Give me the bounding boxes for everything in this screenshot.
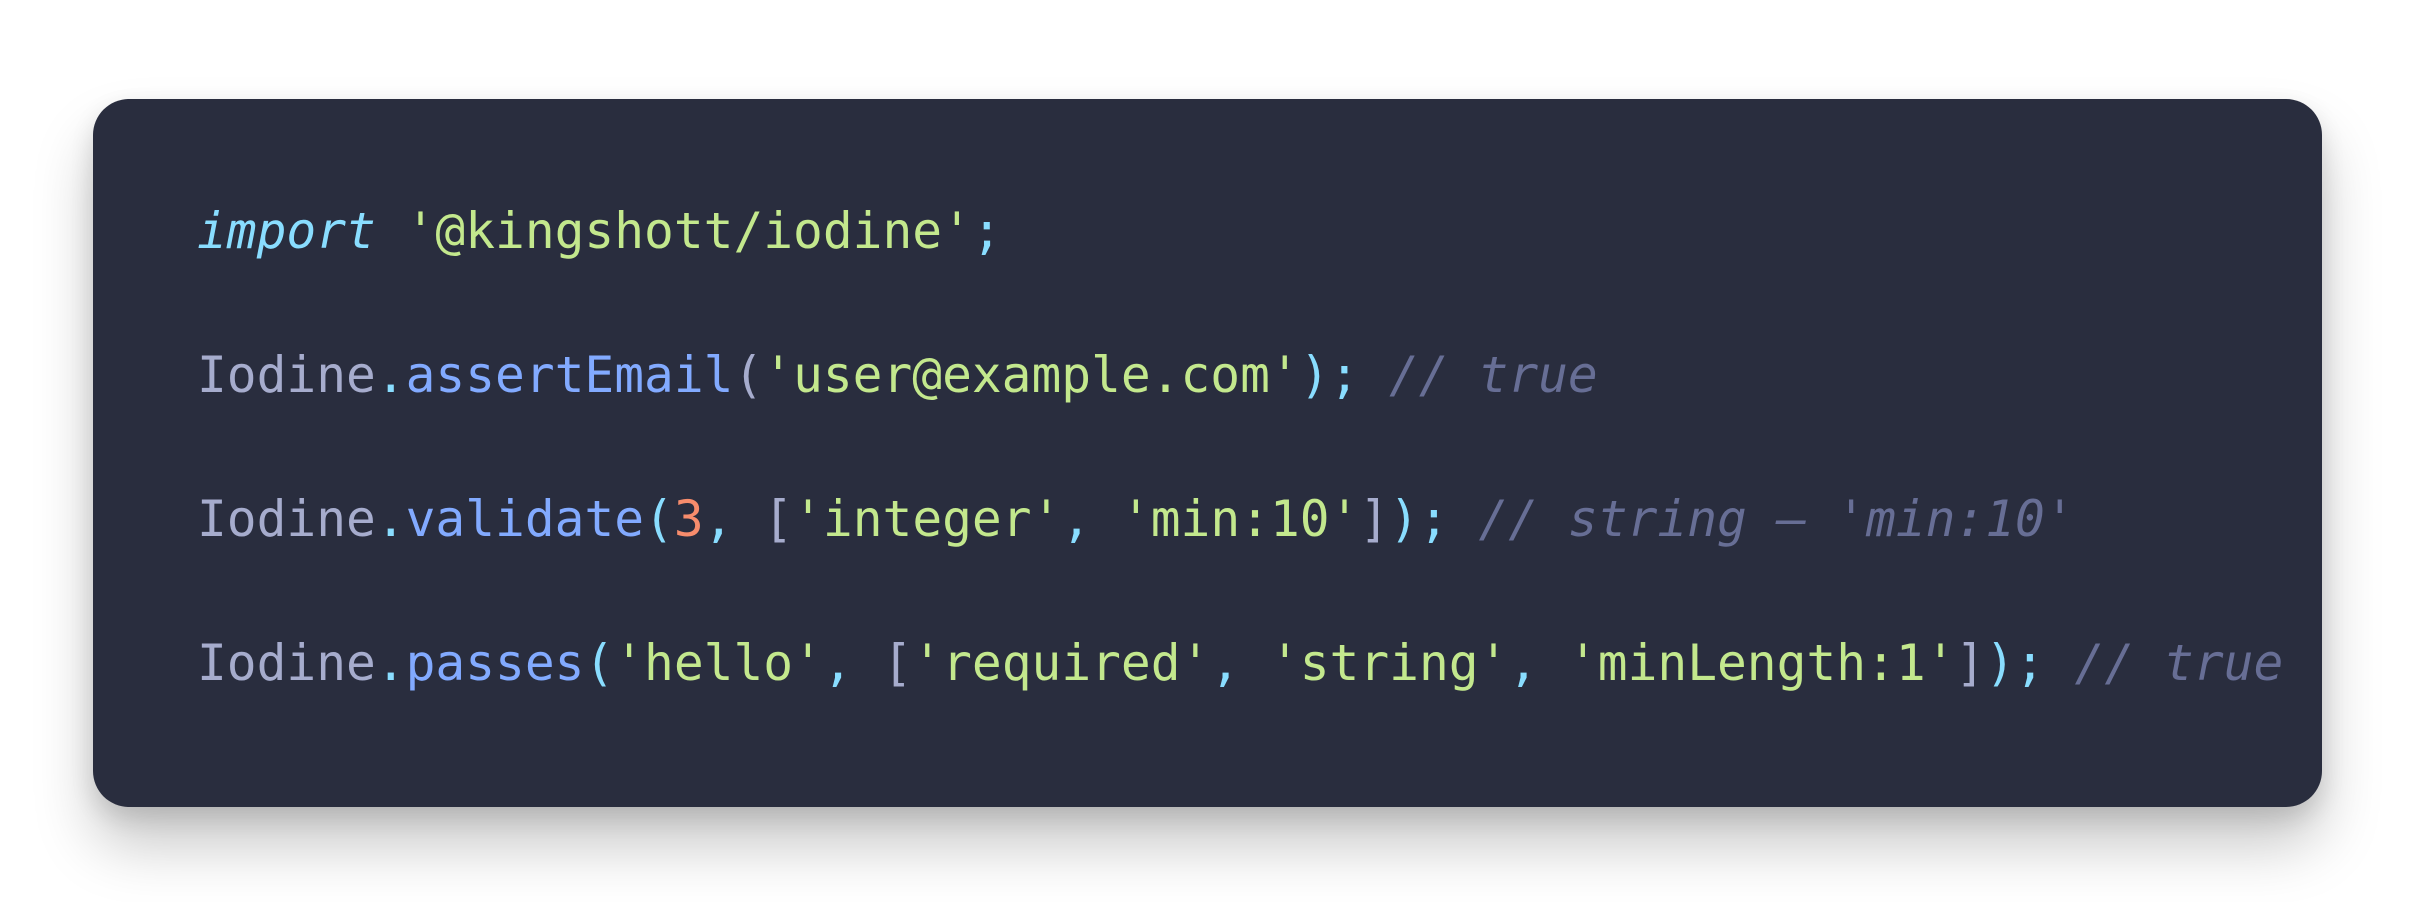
open-paren: ( [733,346,764,404]
object-identifier: Iodine [197,346,376,404]
dot-operator: . [375,634,406,692]
number-argument: 3 [673,490,704,548]
close-paren-semicolon: ); [1299,346,1360,404]
open-bracket: [ [882,634,913,692]
close-paren-semicolon: ); [1985,634,2045,692]
rule-string: 'min:10' [1120,490,1360,548]
rule-string: 'integer' [793,490,1062,548]
comma: , [1508,634,1539,692]
code-line-assert-email: Iodine.assertEmail('user@example.com'); … [197,339,2283,411]
code-line-passes: Iodine.passes('hello', ['required', 'str… [197,627,2283,699]
method-name: validate [405,490,645,548]
method-name: passes [405,634,585,692]
code-line-validate: Iodine.validate(3, ['integer', 'min:10']… [197,483,2283,555]
comma: , [822,634,853,692]
object-identifier: Iodine [197,634,376,692]
import-keyword: import [197,202,376,260]
dot-operator: . [375,490,406,548]
comma: , [1210,634,1241,692]
open-paren: ( [644,490,674,548]
string-argument: 'user@example.com' [763,346,1300,404]
string-argument: 'hello' [614,634,823,692]
module-string: '@kingshott/iodine' [405,202,972,260]
close-paren-semicolon: ); [1389,490,1449,548]
code-card: import '@kingshott/iodine'; Iodine.assert… [93,99,2322,807]
open-bracket: [ [763,490,794,548]
semicolon: ; [971,202,1002,260]
comma: , [1061,490,1092,548]
code-block: import '@kingshott/iodine'; Iodine.assert… [197,195,2283,699]
object-identifier: Iodine [197,490,376,548]
rule-string: 'minLength:1' [1568,634,1956,692]
code-line-import: import '@kingshott/iodine'; [197,195,2283,267]
code-comment: // string – 'min:10' [1478,490,2075,548]
open-paren: ( [584,634,615,692]
close-bracket: ] [1359,490,1390,548]
close-bracket: ] [1955,634,1986,692]
comma: , [703,490,734,548]
code-comment: // true [2074,634,2284,692]
rule-string: 'required' [912,634,1211,692]
dot-operator: . [375,346,406,404]
rule-string: 'string' [1269,634,1509,692]
method-name: assertEmail [405,346,734,404]
code-comment: // true [1389,346,1598,404]
